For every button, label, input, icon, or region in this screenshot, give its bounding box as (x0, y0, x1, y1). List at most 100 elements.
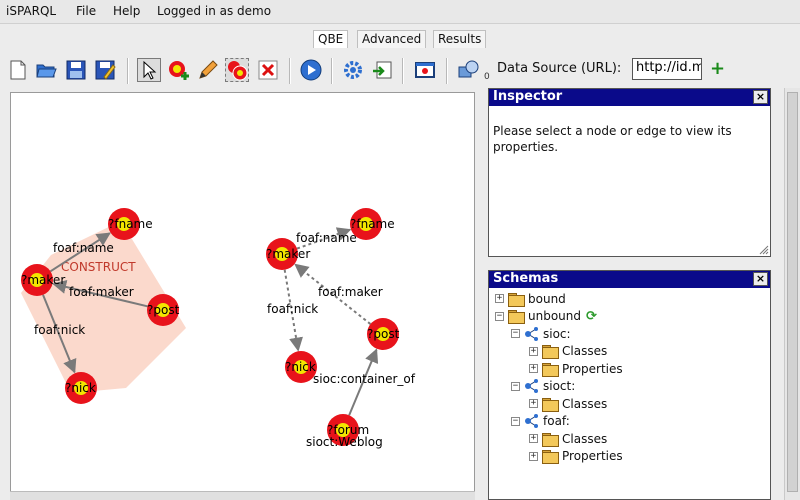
menu-bar: iSPARQL File Help Logged in as demo (0, 0, 800, 24)
inspector-message: Please select a node or edge to view its… (493, 124, 732, 154)
expand-icon[interactable]: + (529, 451, 538, 461)
schema-tree-item[interactable]: − sioc: (511, 325, 571, 342)
graph-node[interactable]: ?nick (285, 351, 317, 383)
schema-tree-item[interactable]: − foaf: (511, 413, 570, 430)
toolbar-separator (446, 58, 448, 84)
pencil-icon[interactable] (196, 58, 220, 82)
inspector-close-button[interactable]: × (753, 90, 768, 104)
datasource-url-input[interactable]: http://id.myopenlink.net/dataspace (632, 58, 702, 80)
expand-icon[interactable]: + (529, 434, 538, 443)
expand-icon[interactable]: + (529, 346, 538, 356)
pointer-icon[interactable] (137, 58, 161, 82)
expand-icon[interactable]: + (529, 399, 538, 408)
schema-tree-item[interactable]: + Properties (529, 360, 623, 377)
folder-icon (542, 432, 559, 447)
schema-tree-label[interactable]: sioct: (543, 379, 575, 393)
node-label: ?post (147, 303, 180, 317)
datasource-label: Data Source (URL): (497, 61, 622, 76)
graph-node[interactable]: ?fname (350, 208, 395, 240)
folder-icon (542, 450, 559, 464)
schema-tree-label[interactable]: Classes (562, 432, 607, 446)
schemas-panel: Schemas × + bound − unbound ⟳ − sioc: + Classes +… (488, 270, 771, 500)
schema-tree-item[interactable]: − unbound ⟳ (495, 308, 597, 325)
schemas-close-button[interactable]: × (753, 272, 768, 286)
node-label: ?fname (108, 217, 153, 231)
toolbar-separator (127, 58, 129, 84)
node-label: ?maker (21, 273, 65, 287)
folder-icon (508, 292, 525, 307)
schema-tree-label[interactable]: Properties (562, 449, 623, 463)
connection-count: 0 (484, 72, 490, 82)
add-datasource-icon[interactable]: + (710, 60, 725, 78)
scrollbar-thumb[interactable] (787, 92, 798, 492)
graph-node[interactable]: ?fname (108, 208, 153, 240)
refresh-icon[interactable]: ⟳ (586, 309, 597, 324)
resize-grip-icon[interactable] (759, 245, 769, 255)
menu-file[interactable]: File (76, 4, 96, 18)
window-icon[interactable] (413, 58, 437, 82)
schema-tree-item[interactable]: − sioct: (511, 378, 575, 395)
edge-label[interactable]: foaf:name (53, 241, 114, 255)
expand-icon[interactable]: + (495, 294, 504, 303)
toolbar-separator (289, 58, 291, 84)
menu-app[interactable]: iSPARQL (6, 4, 56, 18)
save-as-icon[interactable] (93, 58, 117, 82)
import-icon[interactable] (370, 58, 394, 82)
save-icon[interactable] (64, 58, 88, 82)
connection-icon[interactable] (456, 58, 480, 82)
schema-tree-item[interactable]: + Properties (529, 448, 623, 465)
new-file-icon[interactable] (6, 58, 30, 82)
folder-icon (542, 362, 559, 377)
schema-tree-item[interactable]: + bound (495, 290, 566, 307)
schema-tree-item[interactable]: + Classes (529, 343, 607, 360)
schema-tree-label[interactable]: foaf: (543, 414, 570, 428)
tab-advanced[interactable]: Advanced (357, 30, 427, 48)
construct-label: CONSTRUCT (61, 260, 136, 274)
schema-tree-label[interactable]: Classes (562, 344, 607, 358)
query-canvas[interactable]: CONSTRUCT foaf:name foaf:maker foaf:nick fo… (10, 92, 475, 492)
schema-tree-label[interactable]: bound (528, 292, 566, 306)
open-folder-icon[interactable] (34, 58, 58, 82)
tab-qbe[interactable]: QBE (313, 30, 349, 48)
node-type-label: sioct:Weblog (306, 435, 383, 449)
add-node-icon[interactable] (166, 58, 190, 82)
window-vertical-scrollbar[interactable] (784, 88, 800, 500)
menu-help[interactable]: Help (113, 4, 140, 18)
edge-label[interactable]: foaf:maker (318, 285, 383, 299)
toolbar-separator (331, 58, 333, 84)
node-label: ?nick (65, 381, 96, 395)
collapse-icon[interactable]: − (495, 311, 504, 321)
edge-label[interactable]: foaf:name (296, 231, 357, 245)
expand-icon[interactable]: + (529, 364, 538, 373)
delete-icon[interactable] (256, 58, 280, 82)
collapse-icon[interactable]: − (511, 381, 520, 391)
namespace-icon (525, 379, 538, 393)
run-icon[interactable] (299, 58, 323, 82)
schema-tree-label[interactable]: Classes (562, 397, 607, 411)
edge-label[interactable]: foaf:nick (34, 323, 85, 337)
edge-label[interactable]: foaf:maker (69, 285, 134, 299)
edge-label[interactable]: foaf:nick (267, 302, 318, 316)
node-label: ?fname (350, 217, 395, 231)
group-icon[interactable] (225, 58, 249, 82)
edge-label[interactable]: sioc:container_of (313, 372, 416, 386)
collapse-icon[interactable]: − (511, 416, 520, 426)
graph-node[interactable]: ?nick (65, 372, 97, 404)
collapse-icon[interactable]: − (511, 329, 520, 338)
tab-results[interactable]: Results (433, 30, 487, 48)
graph-node[interactable]: ?post (367, 318, 400, 350)
toolbar-separator (402, 58, 404, 84)
canvas-horizontal-scrollbar[interactable] (10, 491, 475, 500)
schema-tree-label[interactable]: sioc: (543, 327, 571, 341)
folder-icon (542, 345, 559, 359)
schema-tree-item[interactable]: + Classes (529, 395, 607, 412)
node-label: ?post (367, 327, 400, 341)
settings-icon[interactable] (341, 58, 365, 82)
inspector-title: Inspector (489, 89, 770, 106)
query-graph[interactable]: CONSTRUCT foaf:namefoaf:makerfoaf:nickfo… (11, 93, 476, 493)
logged-in-status: Logged in as demo (157, 4, 272, 18)
schema-tree-item[interactable]: + Classes (529, 430, 607, 447)
schema-tree-label[interactable]: unbound (528, 309, 581, 323)
schema-tree-label[interactable]: Properties (562, 362, 623, 376)
node-label: ?maker (266, 247, 310, 261)
